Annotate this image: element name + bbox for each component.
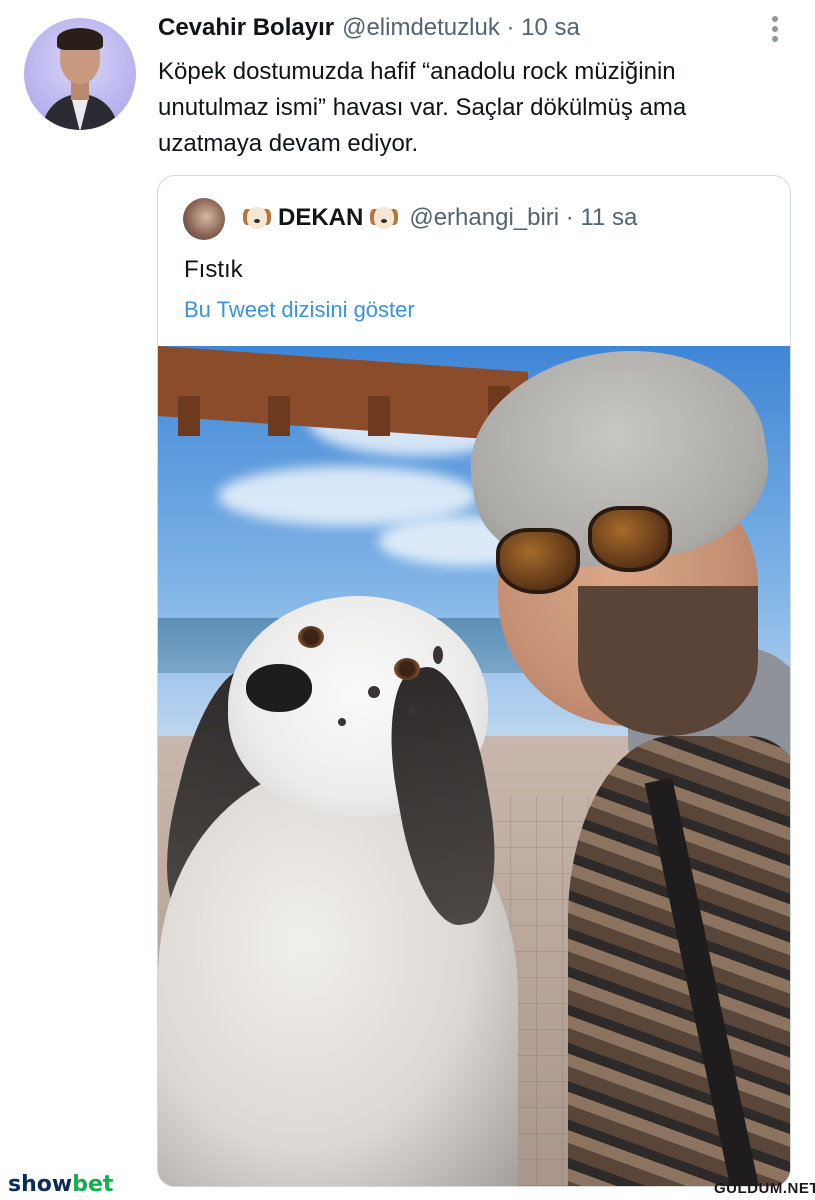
quoted-tweet-text: Fıstık (184, 256, 243, 283)
dog-eye (298, 626, 324, 648)
avatar-hair (57, 28, 103, 50)
show-thread-link[interactable]: Bu Tweet dizisini göster (184, 297, 415, 323)
man-beard (578, 586, 758, 736)
dog-eye (394, 658, 420, 680)
quoted-tweet-photo[interactable] (158, 346, 790, 1186)
tweet-text: Köpek dostumuzda hafif “anadolu rock müz… (158, 58, 687, 157)
author-handle-time[interactable]: @elimdetuzluk · 10 sa (342, 14, 580, 42)
sunglasses (496, 506, 696, 594)
guldum-watermark: GULDUM.NET (714, 1180, 815, 1197)
quoted-tweet-header: DEKAN @erhangi_biri · 11 sa (236, 204, 637, 232)
tweet-header: Cevahir Bolayır @elimdetuzluk · 10 sa (158, 14, 580, 42)
dog-face-emoji-icon (242, 205, 272, 231)
pergola-roof (158, 346, 528, 442)
more-options-icon[interactable] (768, 12, 782, 46)
quoted-tweet-card[interactable]: DEKAN @erhangi_biri · 11 sa Fıstık Bu Tw… (157, 175, 791, 1187)
author-avatar[interactable] (24, 18, 136, 130)
quoted-author-handle-time[interactable]: @erhangi_biri · 11 sa (409, 204, 637, 232)
author-name[interactable]: Cevahir Bolayır (158, 14, 334, 42)
dog-face-emoji-icon (369, 205, 399, 231)
quoted-author-avatar[interactable] (183, 198, 225, 240)
man-jacket (568, 736, 790, 1186)
quoted-author-name[interactable]: DEKAN (278, 204, 363, 232)
showbet-watermark: showbet (8, 1172, 114, 1197)
dog-nose (246, 664, 312, 712)
